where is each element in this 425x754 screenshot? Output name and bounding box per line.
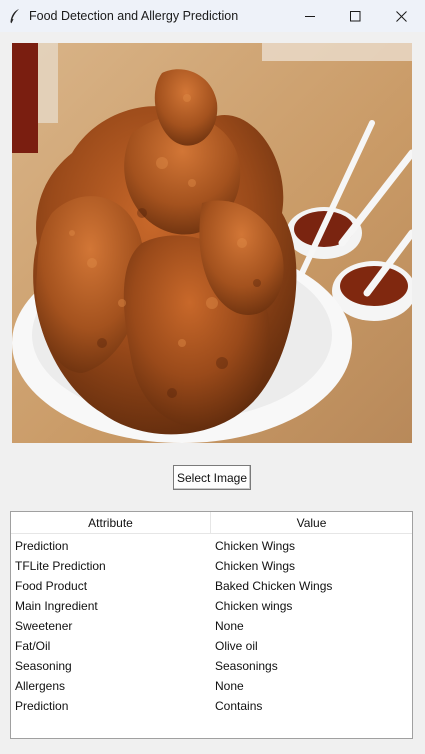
minimize-button[interactable] <box>287 0 333 32</box>
maximize-button[interactable] <box>332 0 378 32</box>
table-row[interactable]: Fat/Oil Olive oil <box>11 636 412 656</box>
attribute-cell: Food Product <box>15 579 88 593</box>
food-image <box>12 43 412 443</box>
table-body: Prediction Chicken Wings TFLite Predicti… <box>11 534 412 716</box>
value-cell: None <box>215 679 244 693</box>
window-title: Food Detection and Allergy Prediction <box>29 9 239 23</box>
value-cell: Olive oil <box>215 639 258 653</box>
value-cell: None <box>215 619 244 633</box>
attribute-cell: Sweetener <box>15 619 73 633</box>
attribute-cell: Allergens <box>15 679 66 693</box>
table-header: Attribute Value <box>11 512 412 534</box>
table-row[interactable]: Seasoning Seasonings <box>11 656 412 676</box>
value-cell: Contains <box>215 699 263 713</box>
attribute-cell: Main Ingredient <box>15 599 98 613</box>
table-row[interactable]: Allergens None <box>11 676 412 696</box>
value-cell: Chicken Wings <box>215 559 296 573</box>
table-row[interactable]: TFLite Prediction Chicken Wings <box>11 556 412 576</box>
attribute-cell: Seasoning <box>15 659 72 673</box>
feather-icon <box>8 8 22 24</box>
value-cell: Baked Chicken Wings <box>215 579 333 593</box>
value-cell: Chicken Wings <box>215 539 296 553</box>
column-header-attribute[interactable]: Attribute <box>11 512 211 533</box>
attribute-cell: Prediction <box>15 539 69 553</box>
close-button[interactable] <box>378 0 424 32</box>
results-table[interactable]: Attribute Value Prediction Chicken Wings… <box>10 511 413 739</box>
attribute-cell: Prediction <box>15 699 69 713</box>
attribute-cell: TFLite Prediction <box>15 559 106 573</box>
table-row[interactable]: Food Product Baked Chicken Wings <box>11 576 412 596</box>
value-cell: Seasonings <box>215 659 278 673</box>
table-row[interactable]: Prediction Contains <box>11 696 412 716</box>
column-header-value[interactable]: Value <box>211 512 412 533</box>
select-image-button[interactable]: Select Image <box>173 465 251 490</box>
attribute-cell: Fat/Oil <box>15 639 51 653</box>
table-row[interactable]: Sweetener None <box>11 616 412 636</box>
value-cell: Chicken wings <box>215 599 293 613</box>
title-bar[interactable]: Food Detection and Allergy Prediction <box>0 0 425 32</box>
table-row[interactable]: Prediction Chicken Wings <box>11 536 412 556</box>
table-row[interactable]: Main Ingredient Chicken wings <box>11 596 412 616</box>
